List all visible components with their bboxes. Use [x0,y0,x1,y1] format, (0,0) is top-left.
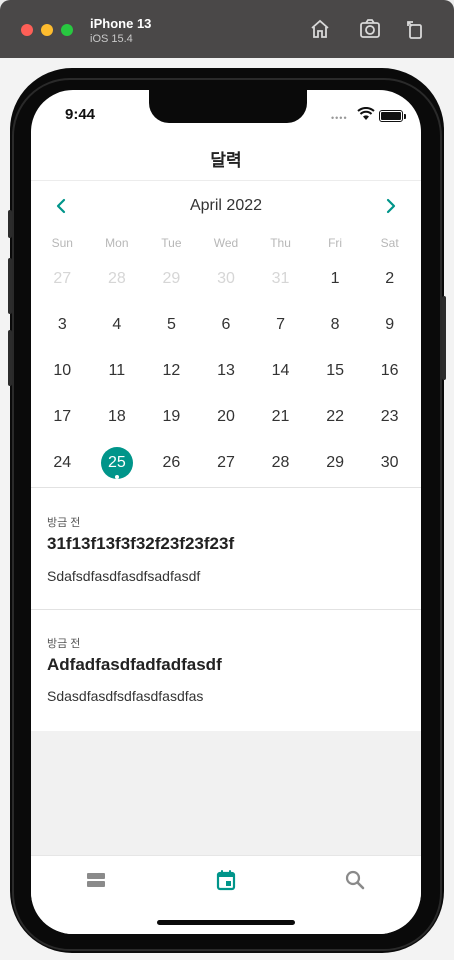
post-time: 방금 전 [47,638,81,650]
calendar-week: 3 4 5 6 7 8 9 [35,302,417,348]
calendar-day[interactable]: 1 [308,256,363,302]
next-month-button[interactable] [381,194,401,218]
weekday-label: Wed [213,236,239,250]
calendar-day[interactable]: 30 [362,440,417,486]
weekday-label: Sat [380,236,399,250]
weekday-label: Fri [328,236,343,250]
post-item[interactable]: 방금 전 Adfadfasdfadfadfasdf Sdasdfasdfsdfa… [31,610,421,731]
calendar-day[interactable]: 23 [362,394,417,440]
calendar-week: 27 28 29 30 31 1 2 [35,256,417,302]
phone-screen: 9:44 •••• 달력 April 2022 Sun Mon Tue Wed … [31,90,421,934]
weekday-label: Tue [161,236,182,250]
post-title: 31f13f13f3f32f23f23f23f [47,534,235,553]
calendar-day[interactable]: 2 [362,256,417,302]
calendar-day[interactable]: 13 [199,348,254,394]
wifi-icon [357,107,375,120]
close-window-button[interactable] [21,24,33,36]
calendar-day[interactable]: 17 [35,394,90,440]
calendar-day[interactable]: 9 [362,302,417,348]
os-version: iOS 15.4 [90,33,133,45]
notch [149,90,307,123]
post-title: Adfadfasdfadfadfasdf [47,655,222,674]
battery-icon [379,110,403,122]
list-icon [87,873,105,887]
home-button[interactable] [308,17,332,41]
status-indicators: •••• [331,107,411,123]
search-icon [345,870,365,890]
status-time: 9:44 [65,106,96,123]
calendar-day[interactable]: 12 [144,348,199,394]
calendar-day[interactable]: 10 [35,348,90,394]
header-divider [31,180,421,181]
post-item[interactable]: 방금 전 31f13f13f3f32f23f23f23f Sdafsdfasdf… [31,488,421,609]
post-time: 방금 전 [47,517,81,529]
post-body: Sdafsdfasdfasdfsadfasdf [47,568,201,584]
calendar-day[interactable]: 27 [35,256,90,302]
calendar-day[interactable]: 28 [90,256,145,302]
weekday-label: Mon [105,236,129,250]
calendar-week: 17 18 19 20 21 22 23 [35,394,417,440]
signal-icon: •••• [331,113,348,123]
calendar-week: 24 25 26 27 28 29 30 [35,440,417,486]
calendar-day[interactable]: 22 [308,394,363,440]
calendar-day[interactable]: 24 [35,440,90,486]
calendar-day[interactable]: 21 [253,394,308,440]
camera-icon [360,19,380,38]
calendar-day[interactable]: 20 [199,394,254,440]
home-icon [311,19,329,38]
calendar-grid: 27 28 29 30 31 1 2 3 4 5 6 7 8 9 10 11 1… [35,256,417,486]
calendar-day[interactable]: 29 [308,440,363,486]
device-name: iPhone 13 [90,16,152,31]
calendar-week: 10 11 12 13 14 15 16 [35,348,417,394]
calendar-day[interactable]: 29 [144,256,199,302]
volume-up-button [8,258,12,314]
calendar-day[interactable]: 16 [362,348,417,394]
tab-search[interactable] [343,868,367,892]
calendar-day-selected[interactable]: 25 [90,440,145,486]
tab-calendar[interactable] [214,868,238,892]
rotate-button[interactable] [403,17,427,41]
minimize-window-button[interactable] [41,24,53,36]
calendar-day[interactable]: 5 [144,302,199,348]
rotate-icon [407,21,422,39]
calendar-day[interactable]: 18 [90,394,145,440]
event-dot [114,475,119,479]
simulator-title-bar: iPhone 13 iOS 15.4 [0,0,454,58]
month-label: April 2022 [189,197,263,214]
post-body: Sdasdfasdfsdfasdfasdfas [47,688,204,704]
calendar-icon [216,870,236,891]
calendar-day[interactable]: 6 [199,302,254,348]
volume-down-button [8,330,12,386]
zoom-window-button[interactable] [61,24,73,36]
home-indicator[interactable] [157,920,295,925]
calendar-day[interactable]: 15 [308,348,363,394]
calendar-day[interactable]: 3 [35,302,90,348]
weekday-label: Thu [270,236,291,250]
calendar-day[interactable]: 19 [144,394,199,440]
calendar-day[interactable]: 26 [144,440,199,486]
calendar-day[interactable]: 27 [199,440,254,486]
calendar-day[interactable]: 14 [253,348,308,394]
page-title: 달력 [210,151,242,170]
calendar-day[interactable]: 30 [199,256,254,302]
chevron-right-icon [386,198,396,214]
power-button [442,296,446,380]
screenshot-button[interactable] [358,17,382,41]
tab-list[interactable] [84,868,108,892]
calendar-day[interactable]: 8 [308,302,363,348]
calendar-day[interactable]: 7 [253,302,308,348]
calendar-day[interactable]: 28 [253,440,308,486]
calendar-day[interactable]: 31 [253,256,308,302]
weekday-label: Sun [51,236,73,250]
weekday-header: Sun Mon Tue Wed Thu Fri Sat [35,236,417,250]
calendar-day[interactable]: 11 [90,348,145,394]
empty-area [31,731,421,855]
calendar-day[interactable]: 4 [90,302,145,348]
mute-switch [8,210,12,238]
